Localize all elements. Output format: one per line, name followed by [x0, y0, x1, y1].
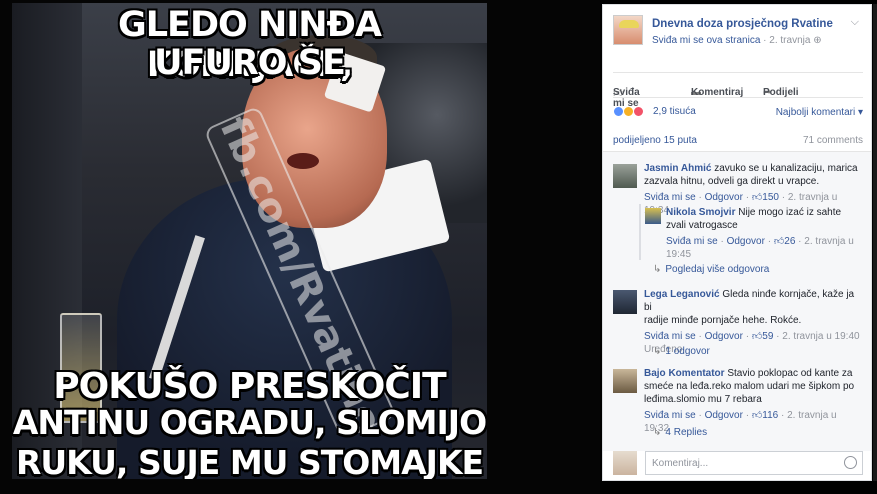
comment-reply-link[interactable]: Odgovor [705, 410, 743, 421]
avatar[interactable] [613, 369, 637, 393]
comment-text: zvali vatrogasce [666, 220, 738, 231]
view-more-replies-label: Pogledaj više odgovora [665, 264, 770, 275]
comment-like-link[interactable]: Sviđa mi se [666, 236, 718, 247]
like-page-link[interactable]: Sviđa mi se ova stranica [652, 35, 760, 46]
comment-text: Nije mogo izać iz sahte [738, 207, 842, 218]
page-avatar[interactable] [613, 15, 643, 45]
thumbs-up-icon: 👍︎ [751, 192, 763, 203]
comment-text: Stavio poklopac od kante za [727, 368, 853, 379]
comment-meta: Sviđa mi se · Odgovor · 👍︎26 · 2. travnj… [666, 236, 854, 247]
comment-author[interactable]: Bajo Komentator [644, 368, 725, 379]
comment-item: Jasmin Ahmić zavuko se u kanalizaciju, m… [613, 162, 863, 216]
page-name-link[interactable]: Dnevna doza prosječnog Rvatine [652, 18, 833, 30]
comment-like-count[interactable]: 59 [762, 331, 773, 342]
comment-like-link[interactable]: Sviđa mi se [644, 192, 696, 203]
comment-body: Nikola Smojvir Nije mogo izać iz sahte z… [666, 206, 854, 261]
comment-like-count[interactable]: 26 [784, 236, 795, 247]
comment-reply-link[interactable]: Odgovor [705, 331, 743, 342]
one-reply-link[interactable]: ↳ 1 odgovor [653, 346, 710, 357]
post-stats: podijeljeno 15 puta 71 comments [613, 135, 863, 149]
comment-time[interactable]: 2. travnja u [804, 236, 853, 247]
one-reply-label: 1 odgovor [665, 346, 710, 357]
comment-sort-label: Najbolji komentari [775, 107, 856, 118]
thumbs-up-icon: 👍︎ [751, 410, 763, 421]
comment-reply-link[interactable]: Odgovor [705, 192, 743, 203]
reactions-bar: 2,9 tisuća Najbolji komentari ▾ [613, 105, 863, 121]
comment-like-link[interactable]: Sviđa mi se [644, 331, 696, 342]
comments-count[interactable]: 71 comments [803, 135, 863, 146]
comment-text: zavuko se u kanalizaciju, marica [714, 163, 858, 174]
reply-arrow-icon: ↳ [653, 346, 662, 357]
emoji-icon[interactable] [844, 456, 857, 469]
post-actions: 👍︎ Sviđa mi se ▬ Komentiraj ➦ Podijeli [613, 72, 863, 109]
comment-composer: Komentiraj... [613, 451, 863, 477]
photo-viewer: fb.com/Rvatine GLEDO NINĐA KORNJAČE, UFU… [0, 0, 600, 494]
reply-arrow-icon: ↳ [653, 427, 662, 438]
shares-link[interactable]: podijeljeno 15 puta [613, 135, 697, 146]
love-reaction-icon[interactable] [633, 106, 644, 117]
comment-sort-dropdown[interactable]: Najbolji komentari ▾ [776, 107, 863, 118]
comment-time[interactable]: 2. travnja u 19:40 [782, 331, 859, 342]
avatar[interactable] [613, 164, 637, 188]
thumbs-up-icon: 👍︎ [751, 331, 763, 342]
post-meta: Sviđa mi se ova stranica · 2. travnja ⊕ [652, 35, 822, 46]
scrollbar[interactable] [873, 4, 877, 481]
meme-bottom-text-3: RUKU, SUJE MU STOMAJKE [15, 443, 484, 479]
thread-line [639, 204, 641, 260]
post-sidebar: Dnevna doza prosječnog Rvatine Sviđa mi … [602, 4, 872, 481]
comment-like-count[interactable]: 116 [762, 410, 778, 421]
four-replies-label: 4 Replies [665, 427, 708, 438]
comment-input[interactable]: Komentiraj... [645, 451, 863, 475]
chevron-down-icon[interactable]: ⌵ [851, 16, 859, 29]
avatar[interactable] [613, 290, 637, 314]
avatar [613, 451, 637, 475]
meme-image[interactable]: fb.com/Rvatine GLEDO NINĐA KORNJAČE, UFU… [12, 3, 487, 479]
comment-text: zazvala hitnu, odveli ga direkt u vrapce… [644, 176, 820, 187]
meme-bottom-text-2: ANTINU OGRADU, SLOMIJO [12, 403, 487, 442]
meme-man-mouth [287, 153, 319, 169]
comment-like-link[interactable]: Sviđa mi se [644, 410, 696, 421]
comment-item: Bajo Komentator Stavio poklopac od kante… [613, 367, 863, 434]
comment-text: smeće na leđa.reko malom udari me šipkom… [644, 381, 855, 392]
comment-author[interactable]: Jasmin Ahmić [644, 163, 711, 174]
post-header: Dnevna doza prosječnog Rvatine Sviđa mi … [603, 5, 871, 75]
comment-text: leđima.slomio mu 7 rebara [644, 394, 762, 405]
comment-author[interactable]: Lega Leganović [644, 289, 720, 300]
comment-body: Bajo Komentator Stavio poklopac od kante… [644, 367, 863, 435]
comments-list: Jasmin Ahmić zavuko se u kanalizaciju, m… [603, 151, 871, 451]
four-replies-link[interactable]: ↳ 4 Replies [653, 427, 707, 438]
comment-meta: Sviđa mi se · Odgovor · 👍︎59 · 2. travnj… [644, 331, 860, 342]
view-more-replies-link[interactable]: ↳ Pogledaj više odgovora [653, 264, 769, 275]
comment-label: Komentiraj [691, 87, 744, 98]
reply-arrow-icon: ↳ [653, 264, 662, 275]
globe-icon: ⊕ [813, 35, 822, 46]
comment-item: Lega Leganović Gleda ninđe kornjače, kaž… [613, 288, 863, 355]
post-date[interactable]: 2. travnja [769, 35, 810, 46]
meme-top-text-2: UFURO SE [154, 43, 346, 83]
share-label: Podijeli [763, 87, 799, 98]
avatar[interactable] [645, 208, 661, 224]
comment-reply-link[interactable]: Odgovor [727, 236, 765, 247]
comment-like-count[interactable]: 150 [762, 192, 779, 203]
comment-text: radije minđe pornjače hehe. Rokće. [644, 315, 802, 326]
reaction-count[interactable]: 2,9 tisuća [653, 106, 696, 117]
comment-time-continued: 19:45 [666, 249, 692, 260]
thumbs-up-icon: 👍︎ [773, 236, 785, 247]
comment-input-placeholder: Komentiraj... [652, 458, 709, 469]
meme-bottom-text-1: POKUŠO PRESKOČIT [53, 366, 446, 407]
comment-author[interactable]: Nikola Smojvir [666, 207, 735, 218]
reply-item: Nikola Smojvir Nije mogo izać iz sahte z… [645, 206, 855, 260]
